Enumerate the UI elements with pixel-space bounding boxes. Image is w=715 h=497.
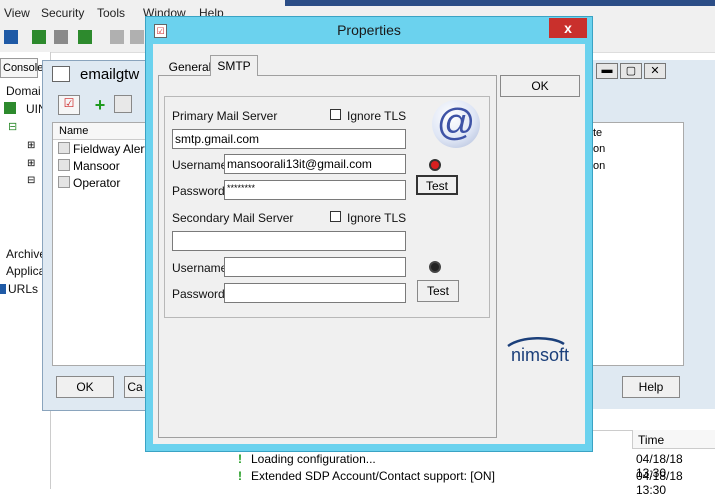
log-entry: Loading configuration...: [251, 452, 376, 466]
undo-icon[interactable]: [110, 30, 124, 44]
secondary-mail-server-label: Secondary Mail Server: [172, 211, 294, 225]
info-icon: !: [238, 469, 242, 483]
network-icon[interactable]: [32, 30, 46, 44]
list-item[interactable]: Operator: [73, 176, 120, 190]
tab-general[interactable]: General: [166, 57, 214, 75]
time-column-header[interactable]: Time: [632, 430, 715, 449]
urls-icon: [0, 284, 6, 294]
profile-icon: [58, 142, 70, 154]
primary-server-field[interactable]: smtp.gmail.com: [172, 129, 406, 149]
console-icon[interactable]: [4, 30, 18, 44]
primary-mail-server-label: Primary Mail Server: [172, 109, 278, 123]
primary-password-label: Password: [172, 184, 225, 198]
urls-node[interactable]: URLs: [8, 282, 38, 296]
expand-icon[interactable]: ⊞: [27, 140, 37, 151]
email-at-icon: @: [432, 100, 480, 148]
profile-icon: [58, 159, 70, 171]
profile-icon: [58, 176, 70, 188]
tree-expander-icon[interactable]: ⊟: [8, 120, 28, 133]
secondary-ignore-tls-label: Ignore TLS: [347, 211, 407, 225]
list-item[interactable]: Fieldway Alert: [73, 142, 148, 156]
active-tab-joiner: [211, 74, 257, 77]
dialog-title: Properties: [337, 22, 401, 38]
connect-icon[interactable]: [78, 30, 92, 44]
secondary-status-led-icon: [429, 261, 441, 273]
archive-node[interactable]: Archive: [6, 247, 46, 261]
ok-button[interactable]: OK: [56, 376, 114, 398]
redo-icon[interactable]: [130, 30, 144, 44]
primary-username-label: Username: [172, 158, 228, 172]
primary-test-button[interactable]: Test: [416, 175, 458, 195]
applications-node[interactable]: Applica: [6, 264, 45, 278]
close-icon[interactable]: ✕: [644, 63, 666, 79]
edit-icon[interactable]: [114, 95, 132, 113]
status-cell: on: [593, 160, 606, 172]
background-window-edge: [285, 0, 715, 6]
primary-password-field[interactable]: ********: [224, 180, 406, 200]
menu-security[interactable]: Security: [41, 6, 84, 20]
status-column-header[interactable]: te: [593, 127, 602, 139]
disconnect-icon[interactable]: [54, 30, 68, 44]
domain-node[interactable]: Domai: [6, 84, 41, 98]
dialog-ok-button[interactable]: OK: [500, 75, 580, 97]
minimize-icon[interactable]: ▬: [596, 63, 618, 79]
maximize-icon[interactable]: ▢: [620, 63, 642, 79]
secondary-ignore-tls-checkbox[interactable]: [330, 211, 341, 222]
console-tab[interactable]: Console: [0, 58, 43, 78]
log-time: 04/18/18 13:30: [636, 469, 683, 497]
nimsoft-logo: nimsoft: [502, 334, 582, 370]
primary-ignore-tls-label: Ignore TLS: [347, 109, 407, 123]
check-icon[interactable]: ☑: [58, 95, 80, 115]
secondary-password-label: Password: [172, 287, 225, 301]
secondary-test-button[interactable]: Test: [417, 280, 459, 302]
expand-icon[interactable]: ⊞: [27, 158, 37, 169]
status-grid: [592, 122, 684, 366]
nimsoft-logo-text: nimsoft: [511, 345, 570, 365]
menu-tools[interactable]: Tools: [97, 6, 125, 20]
primary-status-led-icon: [429, 159, 441, 171]
help-button[interactable]: Help: [622, 376, 680, 398]
menu-view[interactable]: View: [4, 6, 30, 20]
probe-icon: [52, 66, 70, 82]
primary-username-field[interactable]: mansoorali13it@gmail.com: [224, 154, 406, 174]
collapse-icon[interactable]: ⊟: [27, 175, 37, 186]
primary-ignore-tls-checkbox[interactable]: [330, 109, 341, 120]
status-cell: on: [593, 143, 606, 155]
list-item[interactable]: Mansoor: [73, 159, 120, 173]
secondary-username-field[interactable]: [224, 257, 406, 277]
secondary-server-field[interactable]: [172, 231, 406, 251]
secondary-password-field[interactable]: [224, 283, 406, 303]
hub-icon: [4, 102, 16, 114]
name-column-header[interactable]: Name: [59, 125, 88, 137]
log-entry: Extended SDP Account/Contact support: [O…: [251, 469, 495, 483]
dialog-close-button[interactable]: x: [549, 18, 587, 38]
tab-smtp[interactable]: SMTP: [210, 55, 258, 76]
secondary-username-label: Username: [172, 261, 228, 275]
add-icon[interactable]: +: [90, 95, 110, 115]
emailgtw-title: emailgtw: [80, 66, 140, 83]
info-icon: !: [238, 452, 242, 466]
cancel-button[interactable]: Ca: [124, 376, 146, 398]
